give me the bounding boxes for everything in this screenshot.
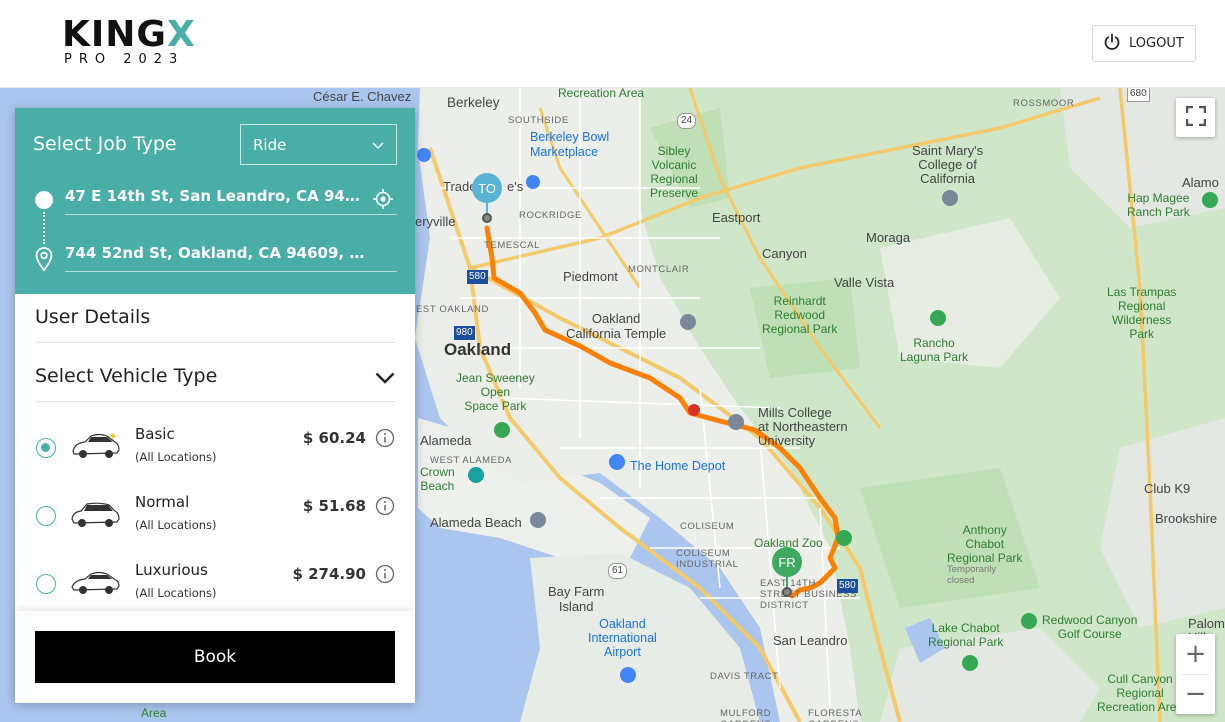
vehicle-option-luxurious[interactable]: Luxurious (All Locations) $ 274.90	[35, 553, 395, 613]
vehicle-price: $ 51.68	[302, 497, 366, 515]
car-icon	[69, 567, 121, 601]
logout-label: LOGOUT	[1129, 36, 1184, 51]
pickup-address-text: 47 E 14th St, San Leandro, CA 94577, ...	[65, 187, 367, 205]
vehicle-option-normal[interactable]: Normal (All Locations) $ 51.68	[35, 485, 395, 545]
vehicle-location: (All Locations)	[135, 450, 217, 464]
app-header: KINGX PRO 2023 LOGOUT	[0, 0, 1225, 88]
book-footer: Book	[15, 611, 415, 703]
car-icon	[69, 499, 121, 533]
info-icon[interactable]	[375, 564, 395, 588]
car-icon	[69, 431, 121, 465]
vehicle-name: Normal	[135, 493, 190, 511]
chevron-down-icon[interactable]	[375, 369, 395, 388]
origin-marker-label: FR	[772, 547, 802, 577]
logo-subtitle: PRO 2023	[64, 52, 185, 67]
logo-accent-text: X	[166, 14, 196, 55]
info-icon[interactable]	[375, 428, 395, 452]
info-icon[interactable]	[375, 496, 395, 520]
booking-panel: Select Job Type Ride 47 E 14th St, San L…	[15, 108, 415, 703]
minus-icon: −	[1184, 679, 1207, 709]
plus-icon: +	[1184, 639, 1207, 669]
panel-header: Select Job Type Ride 47 E 14th St, San L…	[15, 108, 415, 294]
vehicle-type-title: Select Vehicle Type	[35, 365, 218, 387]
user-details-title: User Details	[35, 306, 151, 328]
kingx-logo[interactable]: KINGX PRO 2023	[62, 14, 196, 68]
power-icon	[1103, 33, 1121, 55]
zoom-out-button[interactable]: −	[1176, 674, 1215, 714]
zoom-in-button[interactable]: +	[1176, 634, 1215, 674]
logo-main-text: KING	[62, 14, 167, 55]
job-type-value: Ride	[253, 135, 287, 154]
chevron-down-icon	[372, 135, 384, 154]
dropoff-address-text: 744 52nd St, Oakland, CA 94609, USA	[65, 244, 367, 262]
destination-marker-label: TO	[472, 173, 502, 203]
fullscreen-icon	[1185, 105, 1206, 130]
vehicle-price: $ 274.90	[292, 565, 366, 583]
vehicle-type-section[interactable]: Select Vehicle Type	[35, 353, 395, 402]
vehicle-location: (All Locations)	[135, 586, 217, 600]
job-type-select[interactable]: Ride	[240, 124, 397, 165]
gps-locate-icon[interactable]	[372, 188, 394, 214]
vehicle-location: (All Locations)	[135, 518, 217, 532]
vehicle-name: Luxurious	[135, 561, 208, 579]
vehicle-radio-luxurious[interactable]	[36, 574, 56, 594]
origin-dot-icon	[35, 191, 53, 209]
vehicle-radio-normal[interactable]	[36, 506, 56, 526]
location-pin-icon	[35, 247, 53, 275]
book-button[interactable]: Book	[35, 631, 395, 683]
user-details-section[interactable]: User Details	[35, 294, 395, 343]
job-type-label: Select Job Type	[33, 133, 177, 155]
vehicle-option-basic[interactable]: Basic (All Locations) $ 60.24	[35, 417, 395, 477]
fullscreen-button[interactable]	[1176, 98, 1215, 137]
pickup-address-field[interactable]: 47 E 14th St, San Leandro, CA 94577, ...	[65, 181, 397, 215]
route-connector	[43, 212, 45, 244]
vehicle-name: Basic	[135, 425, 175, 443]
zoom-controls: + −	[1176, 634, 1215, 714]
vehicle-price: $ 60.24	[302, 429, 366, 447]
logout-button[interactable]: LOGOUT	[1092, 25, 1196, 62]
dropoff-address-field[interactable]: 744 52nd St, Oakland, CA 94609, USA	[65, 238, 397, 272]
vehicle-radio-basic[interactable]	[36, 438, 56, 458]
